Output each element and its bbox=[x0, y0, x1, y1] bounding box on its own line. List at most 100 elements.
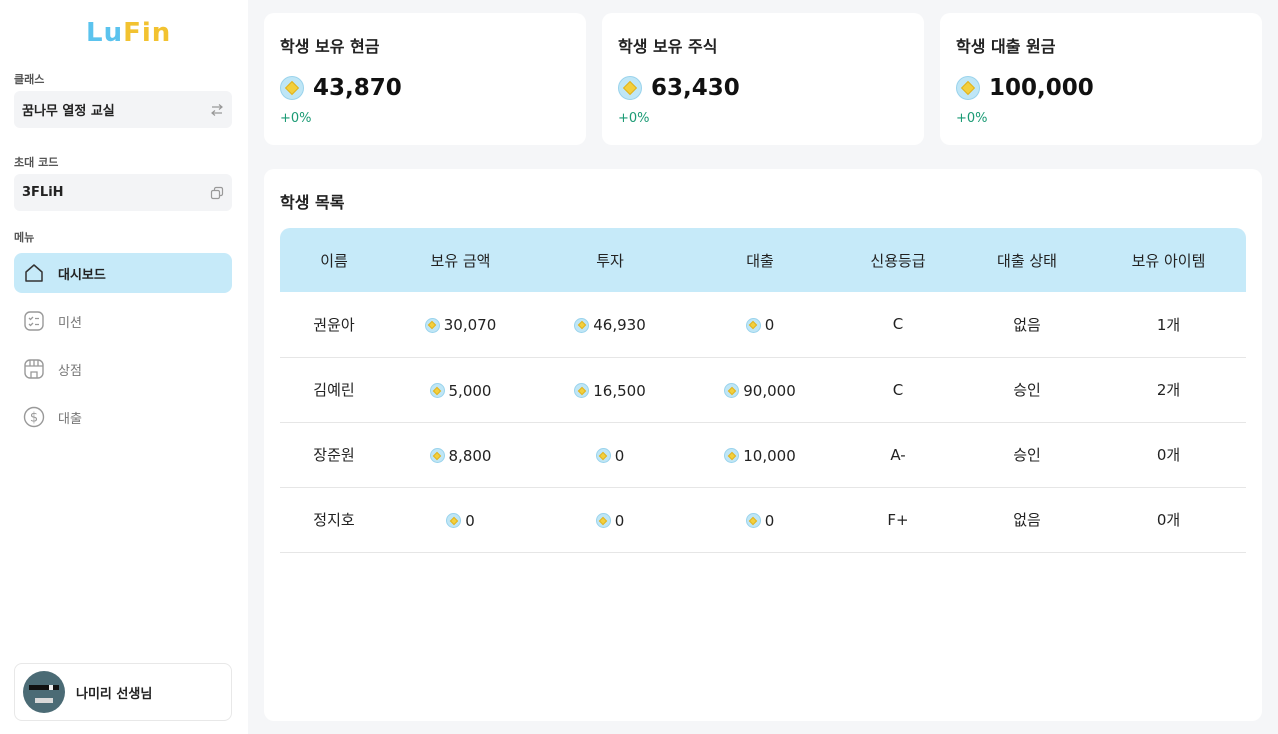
store-icon bbox=[22, 357, 46, 381]
sidebar-item-dashboard[interactable]: 대시보드 bbox=[14, 253, 232, 293]
invest-cell: 0 bbox=[533, 422, 687, 488]
invite-code: 3FLiH bbox=[22, 185, 64, 200]
coin-icon bbox=[724, 383, 740, 398]
coin-icon bbox=[424, 317, 440, 333]
coin-icon bbox=[429, 383, 445, 398]
item-count: 2개 bbox=[1091, 357, 1246, 423]
student-list-panel: 학생 목록 이름 보유 금액 투자 대출 신용등급 대출 상태 보유 아이템 권… bbox=[264, 169, 1262, 721]
loan-status: 없음 bbox=[963, 487, 1091, 553]
column-header: 투자 bbox=[596, 251, 624, 270]
table-header-row: 이름 보유 금액 투자 대출 신용등급 대출 상태 보유 아이템 bbox=[280, 228, 1246, 292]
coin-icon bbox=[745, 317, 761, 333]
checklist-icon bbox=[22, 309, 46, 333]
stat-number: 43,870 bbox=[313, 75, 402, 101]
menu-label: 메뉴 bbox=[14, 231, 35, 244]
stat-delta: +0% bbox=[956, 111, 988, 126]
column-header: 보유 아이템 bbox=[1131, 251, 1206, 270]
credit-grade: C bbox=[833, 292, 963, 358]
stat-value: 63,430 bbox=[618, 75, 740, 101]
coin-icon bbox=[574, 317, 590, 333]
student-name: 장준원 bbox=[280, 422, 388, 488]
logo-part-lu: Lu bbox=[86, 18, 124, 48]
coin-icon bbox=[446, 513, 462, 528]
class-selector[interactable]: 꿈나무 열정 교실 bbox=[14, 91, 232, 128]
sidebar-item-store[interactable]: 상점 bbox=[14, 349, 232, 389]
column-header: 대출 상태 bbox=[997, 251, 1057, 270]
invest-cell: 16,500 bbox=[533, 357, 687, 423]
stat-title: 학생 보유 주식 bbox=[618, 37, 718, 56]
stat-number: 100,000 bbox=[989, 75, 1094, 101]
loan-cell: 0 bbox=[687, 487, 833, 553]
coin-icon bbox=[745, 513, 761, 528]
coin-icon bbox=[595, 448, 611, 463]
loan-cell: 10,000 bbox=[687, 422, 833, 488]
coin-icon bbox=[618, 76, 642, 100]
stat-card-cash: 학생 보유 현금 43,870 +0% bbox=[264, 13, 586, 145]
balance-cell: 30,070 bbox=[388, 292, 533, 358]
stat-delta: +0% bbox=[618, 111, 650, 126]
student-name: 권윤아 bbox=[280, 292, 388, 358]
sidebar-item-missions[interactable]: 미션 bbox=[14, 301, 232, 341]
balance-cell: 0 bbox=[388, 487, 533, 553]
logo-part-fin: Fin bbox=[123, 18, 172, 48]
stat-value: 43,870 bbox=[280, 75, 402, 101]
credit-grade: A- bbox=[833, 422, 963, 488]
item-count: 0개 bbox=[1091, 487, 1246, 553]
item-count: 0개 bbox=[1091, 422, 1246, 488]
sidebar-item-label: 대시보드 bbox=[58, 267, 106, 283]
sidebar: LuFin 클래스 꿈나무 열정 교실 초대 코드 3FLiH 메뉴 대시보드 … bbox=[0, 0, 248, 734]
coin-icon bbox=[595, 513, 611, 528]
stat-card-stocks: 학생 보유 주식 63,430 +0% bbox=[602, 13, 924, 145]
table-row[interactable]: 정지호 0 0 0 F+ 없음 0개 bbox=[280, 487, 1246, 553]
sidebar-item-label: 상점 bbox=[58, 363, 82, 379]
credit-grade: C bbox=[833, 357, 963, 423]
student-list-title: 학생 목록 bbox=[280, 193, 345, 212]
profile-name: 나미리 선생님 bbox=[76, 686, 153, 702]
coin-icon bbox=[956, 76, 980, 100]
stat-delta: +0% bbox=[280, 111, 312, 126]
stat-value: 100,000 bbox=[956, 75, 1094, 101]
student-table: 이름 보유 금액 투자 대출 신용등급 대출 상태 보유 아이템 권윤아 30,… bbox=[280, 228, 1246, 553]
swap-icon[interactable] bbox=[210, 103, 224, 117]
table-row[interactable]: 권윤아 30,070 46,930 0 C 없음 1개 bbox=[280, 292, 1246, 358]
loan-status: 승인 bbox=[963, 422, 1091, 488]
credit-grade: F+ bbox=[833, 487, 963, 553]
student-name: 정지호 bbox=[280, 487, 388, 553]
table-row[interactable]: 김예린 5,000 16,500 90,000 C 승인 2개 bbox=[280, 357, 1246, 423]
app-logo[interactable]: LuFin bbox=[86, 18, 171, 48]
balance-cell: 8,800 bbox=[388, 422, 533, 488]
invest-cell: 0 bbox=[533, 487, 687, 553]
stat-number: 63,430 bbox=[651, 75, 740, 101]
stat-title: 학생 대출 원금 bbox=[956, 37, 1056, 56]
column-header: 이름 bbox=[320, 251, 348, 270]
dollar-icon: $ bbox=[22, 405, 46, 429]
sidebar-item-loan[interactable]: $ 대출 bbox=[14, 397, 232, 437]
loan-status: 없음 bbox=[963, 292, 1091, 358]
loan-cell: 0 bbox=[687, 292, 833, 358]
svg-text:$: $ bbox=[30, 411, 38, 426]
column-header: 보유 금액 bbox=[430, 251, 491, 270]
copy-icon[interactable] bbox=[210, 186, 224, 200]
coin-icon bbox=[724, 448, 740, 463]
column-header: 신용등급 bbox=[870, 251, 926, 270]
student-name: 김예린 bbox=[280, 357, 388, 423]
profile-card[interactable]: 나미리 선생님 bbox=[14, 663, 232, 721]
class-name: 꿈나무 열정 교실 bbox=[22, 104, 115, 119]
home-icon bbox=[22, 261, 46, 285]
sidebar-item-label: 대출 bbox=[58, 411, 82, 427]
coin-icon bbox=[280, 76, 304, 100]
column-header: 대출 bbox=[746, 251, 774, 270]
stat-title: 학생 보유 현금 bbox=[280, 37, 380, 56]
invite-code-label: 초대 코드 bbox=[14, 156, 59, 169]
stat-card-loan: 학생 대출 원금 100,000 +0% bbox=[940, 13, 1262, 145]
coin-icon bbox=[574, 383, 590, 398]
item-count: 1개 bbox=[1091, 292, 1246, 358]
sidebar-item-label: 미션 bbox=[58, 315, 82, 331]
table-row[interactable]: 장준원 8,800 0 10,000 A- 승인 0개 bbox=[280, 422, 1246, 488]
invite-code-field: 3FLiH bbox=[14, 174, 232, 211]
class-label: 클래스 bbox=[14, 73, 45, 86]
balance-cell: 5,000 bbox=[388, 357, 533, 423]
avatar bbox=[23, 671, 65, 713]
loan-status: 승인 bbox=[963, 357, 1091, 423]
coin-icon bbox=[429, 448, 445, 463]
